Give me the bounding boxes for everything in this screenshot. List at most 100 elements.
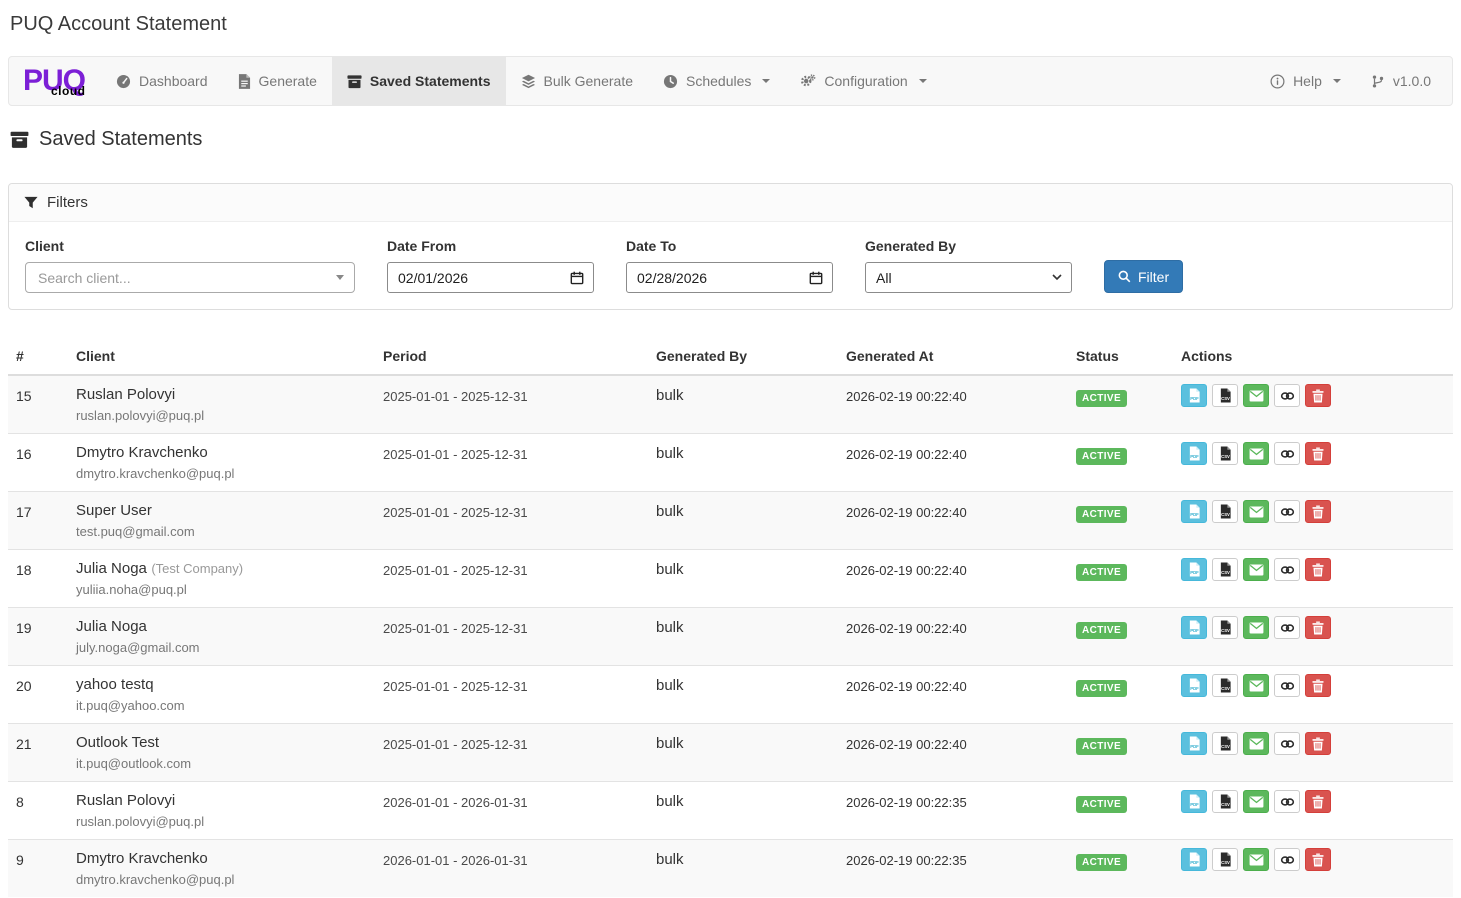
header-actions: Actions: [1173, 336, 1453, 375]
row-id: 16: [8, 434, 68, 492]
info-icon: [1270, 74, 1285, 89]
copy-link-button[interactable]: [1274, 848, 1300, 871]
delete-button[interactable]: [1305, 848, 1331, 871]
send-email-button[interactable]: [1243, 384, 1269, 407]
svg-text:PDF: PDF: [1190, 454, 1199, 459]
row-id: 17: [8, 492, 68, 550]
status-cell: ACTIVE: [1068, 782, 1173, 840]
generated-by: bulk: [648, 840, 838, 898]
nav-item-bulk-generate[interactable]: Bulk Generate: [506, 57, 649, 105]
actions-cell: PDF CSV: [1173, 724, 1453, 782]
copy-link-button[interactable]: [1274, 384, 1300, 407]
send-email-button[interactable]: [1243, 442, 1269, 465]
filter-button[interactable]: Filter: [1104, 260, 1183, 293]
date-from-input[interactable]: 02/01/2026: [387, 262, 594, 293]
download-pdf-button[interactable]: PDF: [1181, 558, 1207, 581]
download-csv-button[interactable]: CSV: [1212, 616, 1238, 639]
svg-text:PDF: PDF: [1190, 570, 1199, 575]
download-pdf-button[interactable]: PDF: [1181, 442, 1207, 465]
download-pdf-button[interactable]: PDF: [1181, 500, 1207, 523]
send-email-button[interactable]: [1243, 500, 1269, 523]
download-csv-button[interactable]: CSV: [1212, 674, 1238, 697]
dashboard-icon: [116, 74, 131, 89]
chevron-down-icon: [1052, 274, 1062, 281]
send-email-button[interactable]: [1243, 732, 1269, 755]
download-pdf-button[interactable]: PDF: [1181, 732, 1207, 755]
copy-link-button[interactable]: [1274, 790, 1300, 813]
download-pdf-button[interactable]: PDF: [1181, 848, 1207, 871]
svg-text:PDF: PDF: [1190, 512, 1199, 517]
delete-button[interactable]: [1305, 558, 1331, 581]
nav-item-saved-statements[interactable]: Saved Statements: [332, 57, 506, 105]
download-csv-button[interactable]: CSV: [1212, 558, 1238, 581]
download-pdf-button[interactable]: PDF: [1181, 674, 1207, 697]
client-email: yuliia.noha@puq.pl: [76, 582, 367, 597]
download-pdf-button[interactable]: PDF: [1181, 384, 1207, 407]
nav-item-dashboard[interactable]: Dashboard: [101, 57, 223, 105]
send-email-button[interactable]: [1243, 674, 1269, 697]
generated-by: bulk: [648, 724, 838, 782]
generated-by: bulk: [648, 375, 838, 434]
copy-link-button[interactable]: [1274, 500, 1300, 523]
send-email-button[interactable]: [1243, 790, 1269, 813]
header-client: Client: [68, 336, 375, 375]
download-csv-button[interactable]: CSV: [1212, 732, 1238, 755]
chevron-down-icon: [762, 79, 770, 83]
nav-item-version[interactable]: v1.0.0: [1356, 57, 1446, 105]
copy-link-button[interactable]: [1274, 558, 1300, 581]
actions-cell: PDF CSV: [1173, 782, 1453, 840]
date-from-label: Date From: [387, 238, 594, 254]
delete-button[interactable]: [1305, 384, 1331, 407]
download-pdf-button[interactable]: PDF: [1181, 790, 1207, 813]
period: 2026-01-01 - 2026-01-31: [375, 782, 648, 840]
date-to-input[interactable]: 02/28/2026: [626, 262, 833, 293]
brand-logo[interactable]: PUQ cloud: [9, 57, 101, 105]
download-csv-button[interactable]: CSV: [1212, 848, 1238, 871]
delete-button[interactable]: [1305, 790, 1331, 813]
send-email-button[interactable]: [1243, 616, 1269, 639]
pdf-file-icon: PDF: [1188, 446, 1201, 461]
delete-button[interactable]: [1305, 616, 1331, 639]
download-pdf-button[interactable]: PDF: [1181, 616, 1207, 639]
nav-item-generate[interactable]: Generate: [223, 57, 332, 105]
delete-button[interactable]: [1305, 674, 1331, 697]
client-email: it.puq@yahoo.com: [76, 698, 367, 713]
download-csv-button[interactable]: CSV: [1212, 384, 1238, 407]
client-cell: Ruslan Polovyi ruslan.polovyi@puq.pl: [68, 782, 375, 840]
row-id: 21: [8, 724, 68, 782]
send-email-button[interactable]: [1243, 558, 1269, 581]
generated-by: bulk: [648, 782, 838, 840]
copy-link-button[interactable]: [1274, 732, 1300, 755]
status-cell: ACTIVE: [1068, 724, 1173, 782]
status-cell: ACTIVE: [1068, 608, 1173, 666]
period: 2025-01-01 - 2025-12-31: [375, 724, 648, 782]
delete-button[interactable]: [1305, 500, 1331, 523]
nav-item-help[interactable]: Help: [1255, 57, 1356, 105]
nav-item-configuration[interactable]: Configuration: [785, 57, 941, 105]
filters-title: Filters: [47, 194, 88, 211]
generated-by-select[interactable]: All: [865, 262, 1072, 293]
status-badge: ACTIVE: [1076, 796, 1127, 813]
client-search-placeholder: Search client...: [38, 270, 131, 286]
download-csv-button[interactable]: CSV: [1212, 500, 1238, 523]
copy-link-button[interactable]: [1274, 442, 1300, 465]
client-cell: Julia Noga july.noga@gmail.com: [68, 608, 375, 666]
download-csv-button[interactable]: CSV: [1212, 790, 1238, 813]
actions-cell: PDF CSV: [1173, 492, 1453, 550]
send-email-button[interactable]: [1243, 848, 1269, 871]
copy-link-button[interactable]: [1274, 674, 1300, 697]
generated-at: 2026-02-19 00:22:40: [838, 375, 1068, 434]
link-icon: [1280, 622, 1295, 634]
download-csv-button[interactable]: CSV: [1212, 442, 1238, 465]
svg-text:PDF: PDF: [1190, 686, 1199, 691]
client-search-select[interactable]: Search client...: [25, 262, 355, 293]
chevron-down-icon: [919, 79, 927, 83]
client-name: Ruslan Polovyi: [76, 386, 175, 403]
nav-item-schedules[interactable]: Schedules: [648, 57, 785, 105]
copy-link-button[interactable]: [1274, 616, 1300, 639]
trash-icon: [1312, 679, 1324, 693]
link-icon: [1280, 564, 1295, 576]
delete-button[interactable]: [1305, 442, 1331, 465]
trash-icon: [1312, 795, 1324, 809]
delete-button[interactable]: [1305, 732, 1331, 755]
